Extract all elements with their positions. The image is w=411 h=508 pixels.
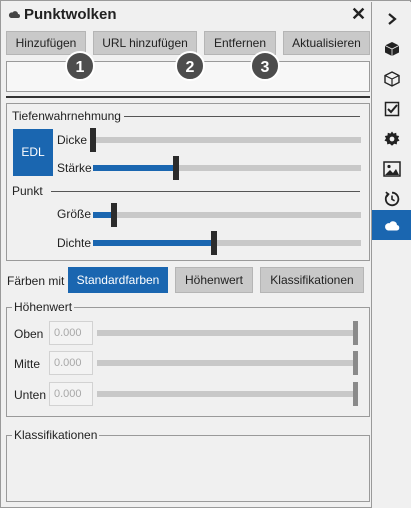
density-slider[interactable] (93, 231, 361, 255)
coloring-option-height[interactable]: Höhenwert (175, 267, 253, 293)
height-top-input[interactable]: 0.000 (49, 321, 93, 345)
density-thumb[interactable] (210, 231, 217, 255)
height-bottom-thumb[interactable] (353, 382, 358, 406)
title-bar: Punktwolken ✕ (2, 2, 371, 28)
height-bottom-label: Unten (14, 388, 47, 402)
size-label: Größe (57, 207, 92, 221)
panel-title: Punktwolken (24, 6, 117, 23)
cube-solid-icon[interactable] (372, 34, 411, 64)
coloring-option-classes[interactable]: Klassifikationen (260, 267, 364, 293)
refresh-button[interactable]: Aktualisieren (283, 31, 370, 55)
depth-group-label: Tiefenwahrnehmung (10, 109, 123, 123)
strength-slider[interactable] (93, 156, 361, 180)
height-top-slider[interactable] (97, 321, 358, 345)
cloud-icon (8, 11, 20, 18)
coloring-label: Färben mit (7, 274, 65, 288)
point-cloud-panel: Punktwolken ✕ Hinzufügen URL hinzufügen … (0, 0, 411, 508)
height-mid-label: Mitte (14, 357, 41, 371)
size-slider[interactable] (93, 203, 361, 227)
strength-thumb[interactable] (173, 156, 180, 180)
classification-group-label: Klassifikationen (12, 428, 100, 442)
height-bottom-slider[interactable] (97, 382, 358, 406)
thickness-slider[interactable] (90, 128, 361, 152)
height-mid-input[interactable]: 0.000 (49, 351, 93, 375)
right-toolbar (371, 2, 411, 508)
height-mid-thumb[interactable] (353, 351, 358, 375)
thickness-label: Dicke (57, 133, 88, 147)
density-label: Dichte (57, 236, 92, 250)
edl-toggle-button[interactable]: EDL (13, 129, 53, 176)
height-top-thumb[interactable] (353, 321, 358, 345)
add-url-button[interactable]: URL hinzufügen (93, 31, 197, 55)
height-top-label: Oben (14, 327, 44, 341)
height-group-label: Höhenwert (12, 300, 75, 314)
depth-group-rule (124, 116, 360, 117)
height-mid-slider[interactable] (97, 351, 358, 375)
cube-outline-icon[interactable] (372, 64, 411, 94)
size-thumb[interactable] (111, 203, 118, 227)
density-fill (93, 240, 214, 246)
thickness-thumb[interactable] (90, 128, 96, 152)
coloring-option-default[interactable]: Standardfarben (68, 267, 168, 293)
collapse-chevron-icon[interactable] (372, 4, 411, 34)
marker-3: 3 (250, 51, 280, 81)
divider (6, 96, 370, 98)
height-bottom-input[interactable]: 0.000 (49, 382, 93, 406)
close-icon[interactable]: ✕ (351, 3, 366, 25)
marker-1: 1 (65, 51, 95, 81)
point-group-label: Punkt (10, 184, 45, 198)
image-icon[interactable] (372, 154, 411, 184)
strength-label: Stärke (57, 161, 92, 175)
marker-2: 2 (175, 51, 205, 81)
checklist-icon[interactable] (372, 94, 411, 124)
cloud-icon[interactable] (372, 210, 411, 240)
point-group-rule (51, 191, 360, 192)
strength-fill (93, 165, 177, 171)
gear-icon[interactable] (372, 124, 411, 154)
classification-group (6, 435, 370, 502)
